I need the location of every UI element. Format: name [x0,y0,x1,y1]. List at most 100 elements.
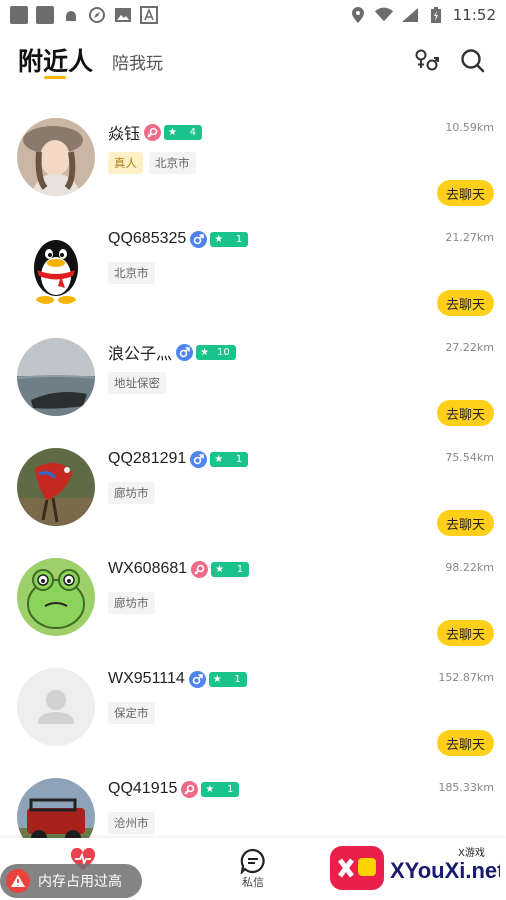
city-tag: 北京市 [108,262,155,284]
top-header: 附近人 陪我玩 [0,38,506,88]
user-list-item[interactable]: WX951114 ★ 1 保定市 152.87km 去聊天 [0,650,506,760]
city-tag: 北京市 [149,152,196,174]
toast-text: 内存占用过高 [38,873,122,889]
avatar[interactable] [17,338,95,416]
level-badge: ★ 4 [164,124,203,140]
tab-nearby[interactable]: 附近人 [18,42,93,78]
search-button[interactable] [460,48,486,74]
level-badge: ★ 1 [201,781,240,797]
star-icon: ★ [212,673,222,685]
male-icon [190,450,208,468]
wifi-icon [374,6,393,24]
chat-button[interactable]: 去聊天 [437,180,494,206]
nav-item-messages[interactable]: 私信 [240,848,266,890]
level-badge: ★ 1 [208,671,247,687]
user-tags: 真人 北京市 [108,152,196,174]
user-list-item[interactable]: QQ685325 ★ 1 北京市 21.27km 去聊天 [0,210,506,320]
user-tags: 北京市 [108,262,155,284]
chat-button[interactable]: 去聊天 [437,290,494,316]
clock-time: 11:52 [452,6,496,24]
level-badge: ★ 1 [210,451,249,467]
image-icon [114,6,132,24]
chat-button[interactable]: 去聊天 [437,620,494,646]
chat-button[interactable]: 去聊天 [437,510,494,536]
avatar[interactable] [17,558,95,636]
compass-icon [88,6,106,24]
signal-icon [401,6,419,24]
distance-label: 10.59km [445,121,494,134]
female-icon [181,780,199,798]
city-tag: 地址保密 [108,372,166,394]
user-name: QQ281291 [108,450,187,467]
star-icon: ★ [205,783,215,795]
avatar[interactable] [17,118,95,196]
user-list-item[interactable]: 浪公子灬 ★ 10 地址保密 27.22km 去聊天 [0,320,506,430]
star-icon: ★ [214,233,224,245]
city-tag: 沧州市 [108,812,155,834]
user-tags: 保定市 [108,702,155,724]
location-icon [349,6,367,24]
user-name-row: 焱钰 ★ 4 [108,120,203,144]
level-badge: ★ 1 [210,231,249,247]
user-list-item[interactable]: QQ281291 ★ 1 廊坊市 75.54km 去聊天 [0,430,506,540]
user-name: 浪公子灬 [108,346,173,363]
user-name-row: QQ281291 ★ 1 [108,450,249,468]
svg-text:XYouXi.net: XYouXi.net [390,858,500,883]
memory-warning-toast: 内存占用过高 [0,864,142,898]
male-icon [176,343,194,361]
user-list-item[interactable]: WX608681 ★ 1 廊坊市 98.22km 去聊天 [0,540,506,650]
distance-label: 98.22km [445,561,494,574]
user-name: WX951114 [108,670,185,687]
male-icon [190,230,208,248]
warning-icon [6,869,30,893]
level-badge: ★ 1 [211,561,250,577]
avatar[interactable] [17,668,95,746]
avatar[interactable] [17,448,95,526]
tab-play-with-me[interactable]: 陪我玩 [112,49,163,74]
user-name-row: 浪公子灬 ★ 10 [108,340,236,364]
distance-label: 152.87km [438,671,494,684]
city-tag: 保定市 [108,702,155,724]
city-tag: 廊坊市 [108,482,155,504]
female-icon [144,123,162,141]
gender-filter-button[interactable] [414,48,440,74]
chat-button[interactable]: 去聊天 [437,400,494,426]
chat-button[interactable]: 去聊天 [437,730,494,756]
user-tags: 地址保密 [108,372,166,394]
star-icon: ★ [168,126,177,138]
battery-icon [427,6,445,24]
verified-tag: 真人 [108,152,143,174]
distance-label: 75.54km [445,451,494,464]
android-icon [62,6,80,24]
user-name: 焱钰 [108,126,141,143]
active-tab-indicator [44,76,66,79]
avatar[interactable] [17,228,95,306]
star-icon: ★ [214,453,224,465]
user-tags: 沧州市 [108,812,155,834]
status-bar: 11:52 [0,0,506,30]
distance-label: 21.27km [445,231,494,244]
user-name-row: QQ41915 ★ 1 [108,780,240,798]
user-name: QQ41915 [108,780,178,797]
notification-icon [36,6,54,24]
user-list-item[interactable]: 焱钰 ★ 4 真人 北京市 10.59km 去聊天 [0,100,506,210]
star-icon: ★ [215,563,225,575]
font-icon [140,6,158,24]
notification-icon [10,6,28,24]
search-icon [461,49,485,73]
male-icon [188,670,206,688]
notification-icons [10,6,158,24]
user-name-row: WX951114 ★ 1 [108,670,247,688]
user-name-row: QQ685325 ★ 1 [108,230,249,248]
city-tag: 廊坊市 [108,592,155,614]
user-tags: 廊坊市 [108,592,155,614]
site-watermark-logo: XYouXi.net X游戏 [330,842,505,894]
star-icon: ★ [200,346,209,358]
nearby-user-list: 焱钰 ★ 4 真人 北京市 10.59km 去聊天 QQ685325 ★ 1 北… [0,100,506,870]
distance-label: 27.22km [445,341,494,354]
user-tags: 廊坊市 [108,482,155,504]
distance-label: 185.33km [438,781,494,794]
female-icon [191,560,209,578]
nav-label-messages: 私信 [242,877,264,889]
message-icon [240,848,265,874]
